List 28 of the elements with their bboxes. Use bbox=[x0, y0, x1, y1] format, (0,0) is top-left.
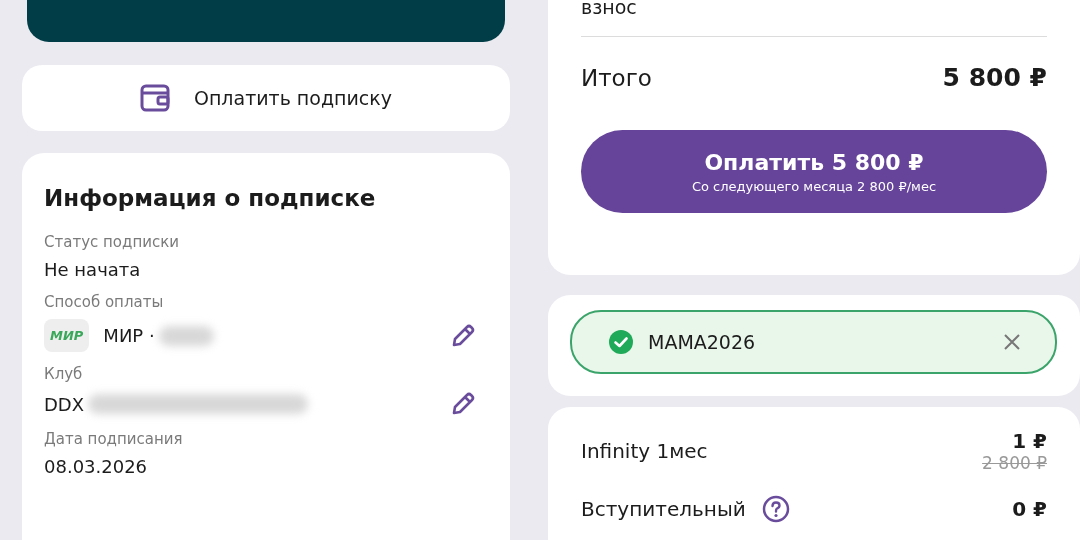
close-icon[interactable] bbox=[1003, 333, 1021, 351]
card-title: Информация о подписке bbox=[44, 185, 377, 211]
total-value: 5 800 ₽ bbox=[942, 63, 1047, 92]
card-logo: МИР bbox=[44, 319, 90, 352]
item-price: 0 ₽ bbox=[1012, 497, 1047, 521]
field-value: 08.03.2026 bbox=[44, 456, 149, 477]
edit-icon[interactable] bbox=[450, 322, 476, 349]
help-icon[interactable] bbox=[761, 495, 790, 523]
field-label: Клуб bbox=[44, 365, 84, 383]
pay-subscription-button[interactable]: Оплатить подписку bbox=[22, 65, 510, 131]
item-name: Вступительный bbox=[581, 497, 746, 521]
promo-code-field[interactable]: MAMA2026 bbox=[570, 310, 1057, 374]
field-label: Дата подписания bbox=[44, 430, 184, 448]
item-price: 1 ₽ bbox=[1012, 429, 1047, 453]
edit-icon[interactable] bbox=[450, 391, 476, 417]
fee-label: взнос bbox=[581, 0, 638, 18]
item-name: Infinity 1мес bbox=[581, 439, 708, 463]
old-price: 2 800 ₽ bbox=[982, 453, 1047, 473]
field-label: Статус подписки bbox=[44, 233, 180, 251]
pay-button[interactable]: Оплатить 5 800 ₽ Со следующего месяца 2 800 ₽/мес bbox=[581, 130, 1047, 213]
total-label: Итого bbox=[581, 64, 652, 91]
blurred-text bbox=[158, 325, 214, 346]
field-value: Не начата bbox=[44, 259, 142, 280]
wallet-icon bbox=[140, 84, 170, 112]
field-value: МИР · bbox=[103, 325, 155, 346]
check-icon bbox=[608, 329, 634, 355]
field-label: Способ оплаты bbox=[44, 293, 165, 311]
field-value: DDX bbox=[44, 393, 85, 415]
